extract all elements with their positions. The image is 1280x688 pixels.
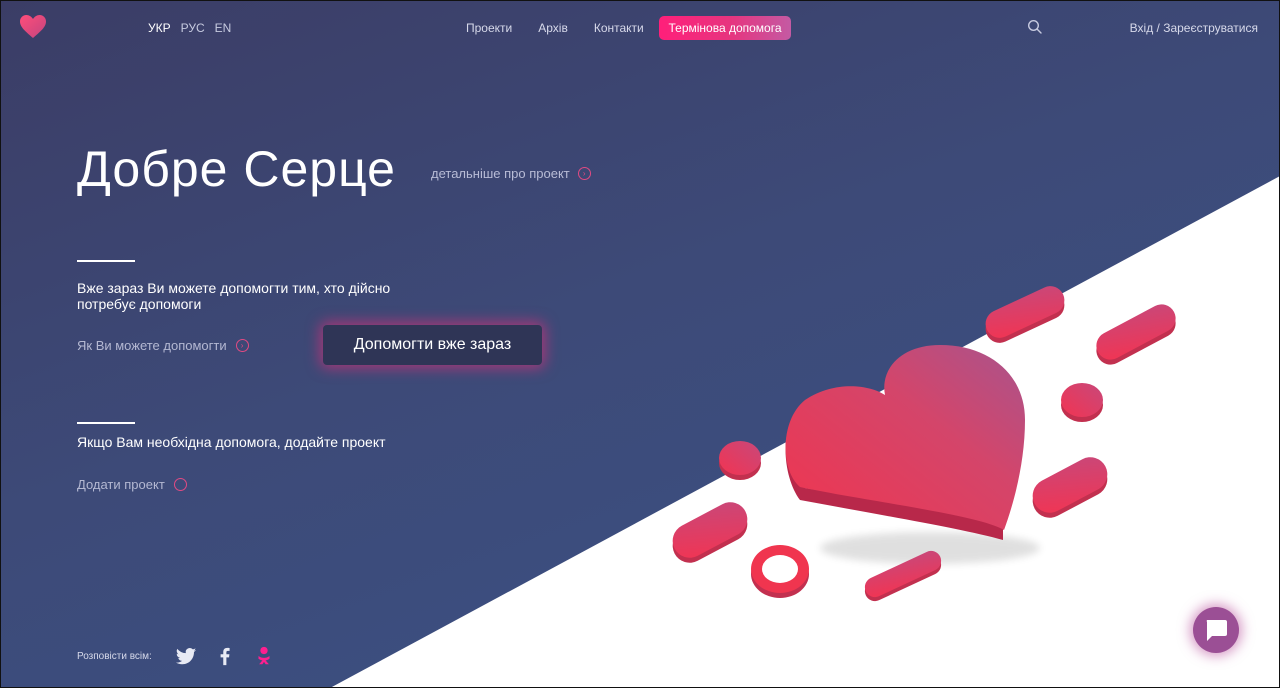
- add-project-label: Додати проект: [77, 477, 165, 492]
- help-description-line1: Вже зараз Ви можете допомогти тим, хто д…: [77, 280, 391, 296]
- project-description: Якщо Вам необхідна допомога, додайте про…: [77, 434, 386, 450]
- divider-help: [77, 260, 135, 262]
- help-description-line2: потребує допомоги: [77, 296, 202, 312]
- top-header: УКР РУС EN Проекти Архів Контакти Термін…: [0, 0, 1280, 56]
- heart-logo-icon[interactable]: [20, 15, 46, 39]
- divider-project: [77, 422, 135, 424]
- circle-icon: [173, 478, 187, 491]
- chat-bubble-icon: [1206, 620, 1227, 641]
- share-label: Розповісти всім:: [77, 651, 152, 662]
- nav-contacts[interactable]: Контакти: [594, 21, 644, 35]
- search-icon[interactable]: [1027, 19, 1043, 35]
- more-about-project-link[interactable]: детальніше про проект ›: [431, 166, 591, 181]
- add-project-link[interactable]: Додати проект: [77, 477, 187, 492]
- lang-rus[interactable]: РУС: [181, 21, 205, 35]
- nav-archive[interactable]: Архів: [538, 21, 568, 35]
- language-switcher: УКР РУС EN: [148, 21, 231, 35]
- chat-button[interactable]: [1193, 607, 1239, 653]
- twitter-icon[interactable]: [175, 645, 197, 667]
- arrow-circle-icon: ›: [577, 167, 591, 180]
- nav-projects[interactable]: Проекти: [466, 21, 512, 35]
- lang-en[interactable]: EN: [215, 21, 232, 35]
- how-to-help-label: Як Ви можете допомогти: [77, 338, 227, 353]
- page-title: Добре Серце: [77, 141, 396, 197]
- help-description: Вже зараз Ви можете допомогти тим, хто д…: [77, 280, 390, 312]
- lang-ukr[interactable]: УКР: [148, 21, 171, 35]
- how-to-help-link[interactable]: Як Ви можете допомогти ›: [77, 338, 249, 353]
- odnoklassniki-icon[interactable]: [253, 645, 275, 667]
- help-now-button[interactable]: Допомогти вже зараз: [323, 325, 542, 365]
- arrow-circle-icon: ›: [235, 339, 249, 352]
- login-register-link[interactable]: Вхід / Зареєструватися: [1130, 21, 1258, 35]
- main-nav: Проекти Архів Контакти: [466, 21, 644, 35]
- urgent-help-button[interactable]: Термінова допомога: [659, 16, 791, 40]
- facebook-icon[interactable]: [214, 645, 236, 667]
- more-about-project-label: детальніше про проект: [431, 166, 570, 181]
